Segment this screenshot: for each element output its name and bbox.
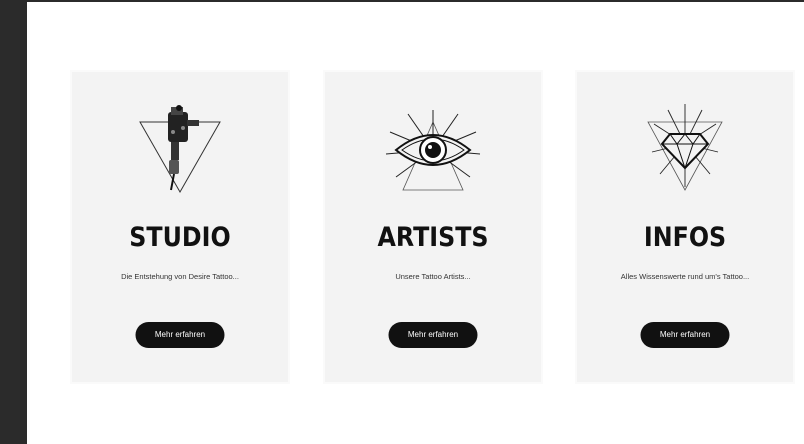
tattoo-machine-icon [125,102,235,197]
card-artists: ARTISTS Unsere Tattoo Artists... Mehr er… [325,72,541,382]
card-description: Unsere Tattoo Artists... [395,272,471,281]
infos-more-button[interactable]: Mehr erfahren [640,322,730,348]
studio-more-button[interactable]: Mehr erfahren [135,322,225,348]
card-infos: INFOS Alles Wissenswerte rund um's Tatto… [577,72,793,382]
card-description: Die Entstehung von Desire Tattoo... [121,272,239,281]
card-title: INFOS [643,222,727,253]
card-studio: STUDIO Die Entstehung von Desire Tattoo.… [72,72,288,382]
window-left-edge [0,0,27,444]
card-title: ARTISTS [377,222,489,253]
card-title: STUDIO [129,222,231,253]
all-seeing-eye-icon [378,102,488,197]
diamond-icon [630,102,740,197]
services-section: STUDIO Die Entstehung von Desire Tattoo.… [27,2,804,444]
card-description: Alles Wissenswerte rund um's Tattoo... [620,272,750,281]
artists-more-button[interactable]: Mehr erfahren [388,322,478,348]
